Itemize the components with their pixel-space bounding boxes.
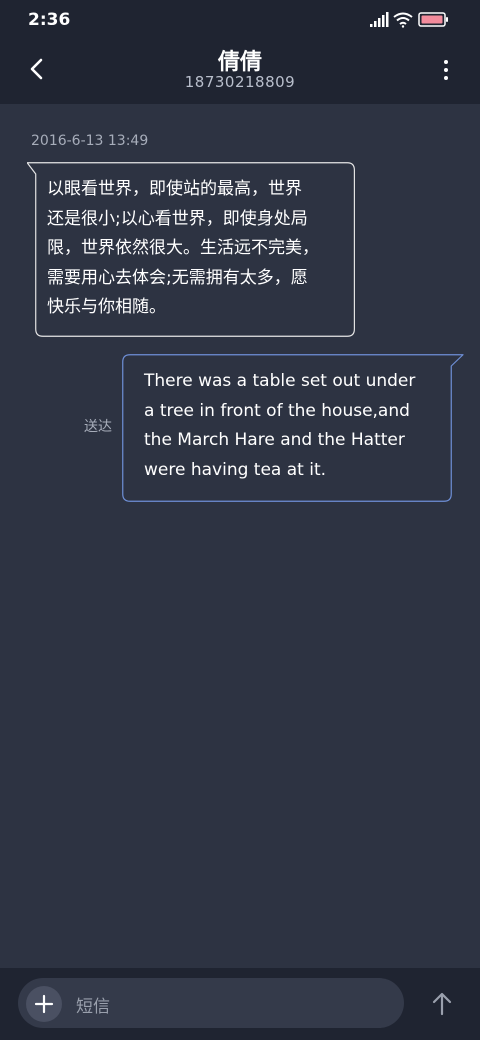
status-time: 2:36: [28, 10, 71, 30]
more-options-button[interactable]: [434, 56, 458, 84]
arrow-up-icon: [432, 992, 452, 1016]
wifi-icon: [393, 12, 413, 28]
status-icons-graphic: [370, 12, 448, 28]
message-placeholder: 短信: [76, 997, 110, 1017]
message-timestamp: 2016-6-13 13:49: [31, 133, 149, 149]
delivery-status: 送达: [84, 419, 112, 435]
messaging-screen: 2:36 倩倩 18730218809 2016-6-13 13:49 以眼看世…: [0, 0, 480, 1040]
outgoing-message-text: There was a table set out under a tree i…: [144, 371, 416, 480]
battery-icon: [418, 12, 448, 27]
plus-icon: [34, 994, 54, 1014]
send-button[interactable]: [426, 988, 458, 1020]
attach-button[interactable]: [26, 986, 62, 1022]
more-vertical-icon: [444, 60, 448, 80]
incoming-message-text: 以眼看世界，即使站的最高，世界 还是很小;以心看世界，即使身处局 限，世界依然很…: [47, 179, 319, 317]
signal-icon: [370, 12, 389, 27]
status-icons: [370, 11, 450, 29]
contact-number: 18730218809: [184, 73, 296, 91]
contact-name: 倩倩: [217, 50, 262, 75]
